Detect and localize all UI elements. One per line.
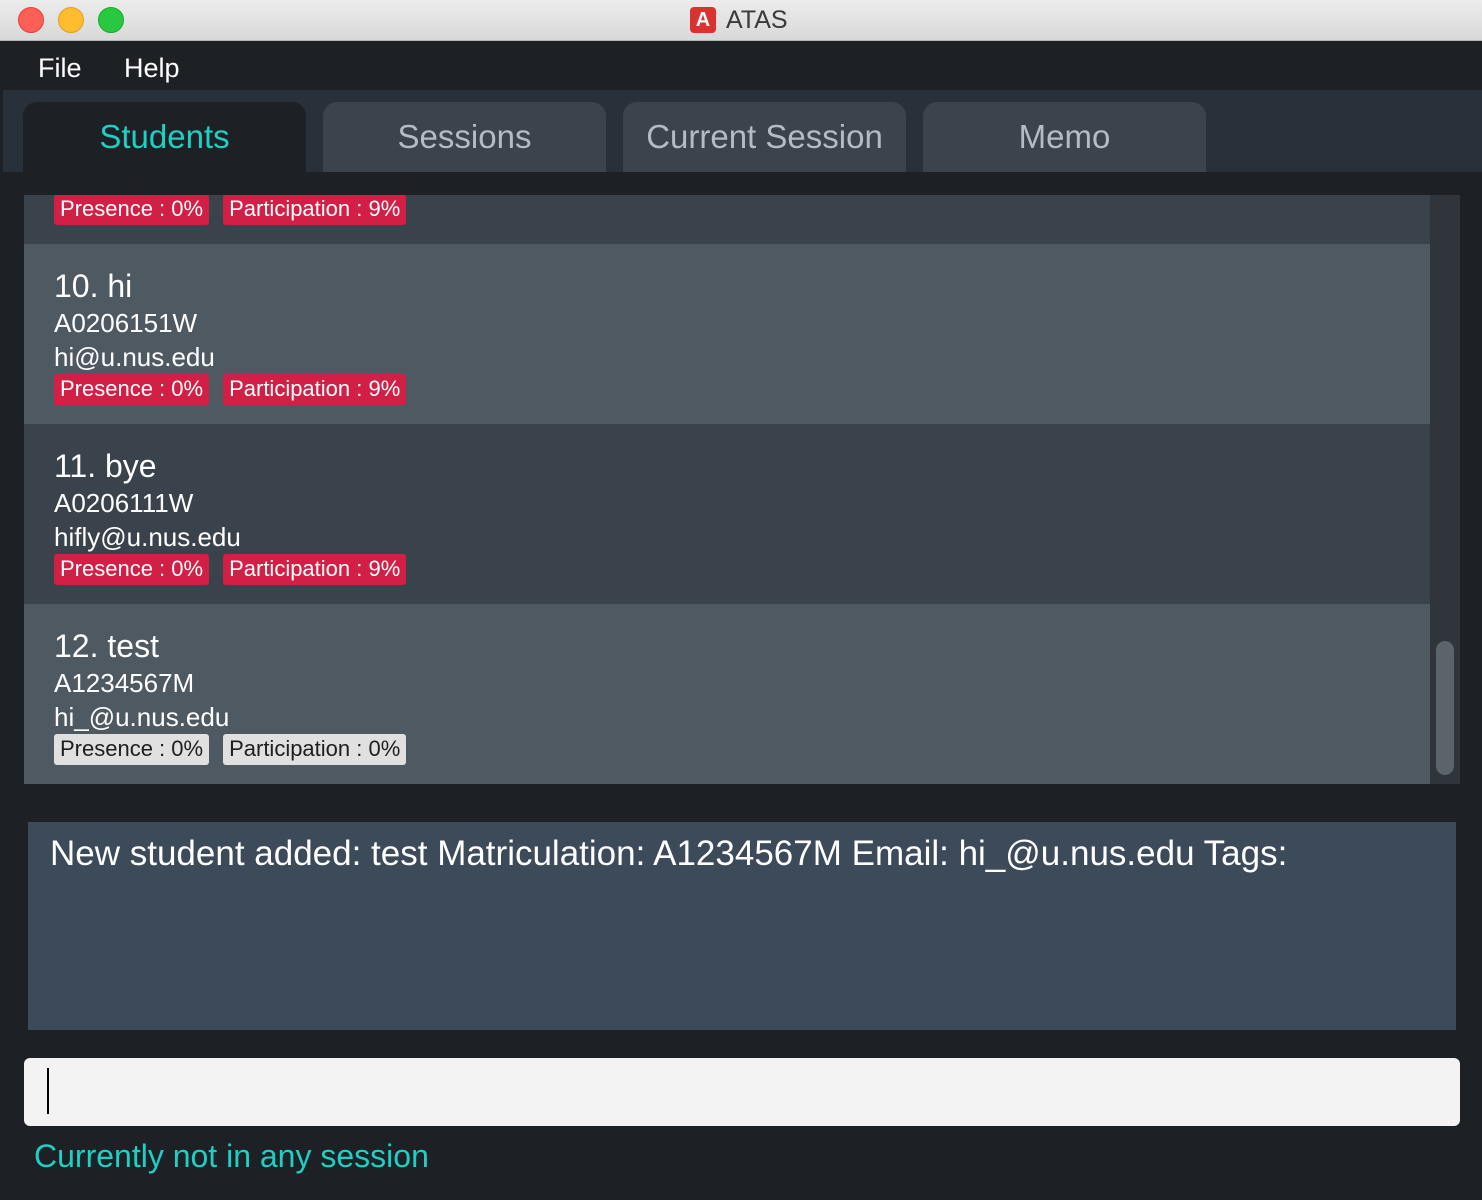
menu-file[interactable]: File — [38, 53, 82, 84]
student-tags: Presence : 0% Participation : 9% — [54, 374, 407, 405]
student-tags: Presence : 0% Participation : 9% — [54, 195, 407, 225]
presence-tag: Presence : 0% — [54, 734, 210, 765]
participation-tag: Participation : 9% — [223, 374, 407, 405]
student-tags: Presence : 0% Participation : 0% — [54, 734, 407, 765]
session-status: Currently not in any session — [34, 1138, 429, 1174]
presence-tag: Presence : 0% — [54, 374, 210, 405]
command-box[interactable] — [24, 1058, 1460, 1126]
student-matric: A0206151W — [54, 308, 198, 338]
student-email: hifly@u.nus.edu — [54, 522, 241, 552]
student-matric: A0206111W — [54, 488, 194, 518]
result-message: New student added: test Matriculation: A… — [50, 834, 1288, 873]
student-card[interactable]: 11. bye A0206111W hifly@u.nus.edu Presen… — [24, 424, 1430, 604]
title-bar: A ATAS — [0, 0, 1482, 41]
student-name: 12. test — [54, 628, 159, 664]
menu-help[interactable]: Help — [124, 53, 180, 84]
window-title: A ATAS — [690, 5, 788, 35]
text-caret — [47, 1068, 49, 1114]
window-title-text: ATAS — [726, 5, 788, 34]
menu-bar: File Help — [3, 41, 1482, 90]
minimize-window-button[interactable] — [58, 7, 84, 33]
student-card[interactable]: 10. hi A0206151W hi@u.nus.edu Presence :… — [24, 244, 1430, 424]
student-name: 10. hi — [54, 268, 133, 304]
command-input[interactable] — [24, 1058, 1460, 1126]
participation-tag: Participation : 0% — [223, 734, 407, 765]
tab-current-session[interactable]: Current Session — [623, 102, 906, 172]
participation-tag: Participation : 9% — [223, 554, 407, 585]
result-display: New student added: test Matriculation: A… — [28, 822, 1456, 1030]
student-email: hi_@u.nus.edu — [54, 702, 230, 732]
tab-sessions[interactable]: Sessions — [323, 102, 606, 172]
student-list[interactable]: Presence : 0% Participation : 9% 10. hi … — [24, 195, 1460, 784]
tab-bar: Students Sessions Current Session Memo — [3, 90, 1482, 172]
student-card[interactable]: 12. test A1234567M hi_@u.nus.edu Presenc… — [24, 604, 1430, 784]
close-window-button[interactable] — [18, 7, 44, 33]
student-tags: Presence : 0% Participation : 9% — [54, 554, 407, 585]
student-list-scrollbar[interactable] — [1430, 195, 1460, 784]
student-name: 11. bye — [54, 448, 157, 484]
maximize-window-button[interactable] — [98, 7, 124, 33]
tab-students[interactable]: Students — [23, 102, 306, 172]
student-matric: A1234567M — [54, 668, 195, 698]
tab-memo[interactable]: Memo — [923, 102, 1206, 172]
presence-tag: Presence : 0% — [54, 554, 210, 585]
scrollbar-thumb[interactable] — [1436, 641, 1454, 775]
presence-tag: Presence : 0% — [54, 195, 210, 225]
student-email: hi@u.nus.edu — [54, 342, 215, 372]
app-logo-icon: A — [690, 7, 716, 33]
participation-tag: Participation : 9% — [223, 195, 407, 225]
student-card[interactable]: Presence : 0% Participation : 9% — [24, 195, 1430, 244]
